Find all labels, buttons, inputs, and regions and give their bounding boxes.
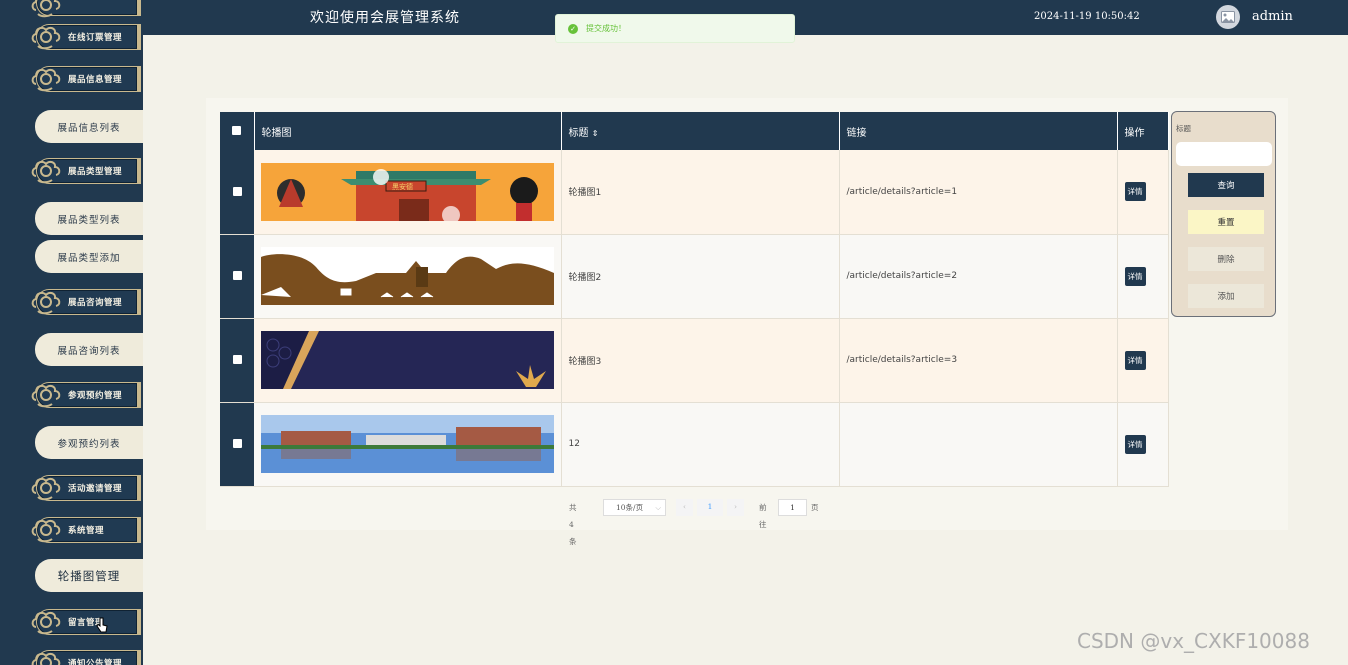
banner-image-desert — [261, 247, 554, 305]
row-checkbox[interactable] — [220, 150, 254, 235]
page-size-value: 10条/页 — [616, 503, 644, 512]
action-cell: 详情 — [1117, 150, 1169, 235]
banner-image-navy — [261, 331, 554, 389]
table-row: 轮播图2 /article/details?article=2 详情 — [220, 234, 1169, 319]
column-header-action: 操作 — [1117, 112, 1169, 150]
image-placeholder-icon — [1221, 11, 1235, 23]
sidebar-group-label: 展品类型管理 — [68, 167, 123, 177]
sidebar-group-label: 在线订票管理 — [68, 33, 123, 43]
cloud-ornament-icon — [31, 160, 61, 184]
sidebar-group-label: 展品信息管理 — [68, 75, 123, 85]
detail-button[interactable]: 详情 — [1124, 434, 1146, 454]
table-row: 12 详情 — [220, 402, 1169, 487]
banner-image-cell: 黑安德 — [254, 150, 562, 235]
banner-sign-text: 黑安德 — [392, 182, 413, 191]
chevron-down-icon: ⌵ — [655, 503, 661, 512]
sidebar-item-exhibit-type-add[interactable]: 展品类型添加 — [35, 240, 143, 273]
action-cell: 详情 — [1117, 402, 1169, 487]
banner-image-opera: 黑安德 — [261, 162, 554, 221]
select-all-checkbox[interactable] — [220, 112, 255, 150]
goto-prefix: 前往 — [759, 503, 767, 529]
row-checkbox[interactable] — [220, 402, 254, 487]
cloud-ornament-icon — [31, 519, 61, 543]
column-header-title[interactable]: 标题 ⇕ — [561, 112, 840, 150]
query-button[interactable]: 查询 — [1188, 173, 1264, 197]
detail-button[interactable]: 详情 — [1124, 182, 1146, 202]
column-header-title-label: 标题 — [568, 127, 589, 139]
action-cell: 详情 — [1117, 234, 1169, 319]
app-title: 欢迎使用会展管理系统 — [310, 10, 460, 26]
cloud-ornament-icon — [31, 26, 61, 50]
table-row: 黑安德 轮播图1 /article/details?article=1 详情 — [220, 150, 1169, 235]
search-title-label: 标题 — [1176, 124, 1191, 133]
watermark: CSDN @vx_CXKF10088 — [1077, 629, 1310, 653]
column-header-image: 轮播图 — [254, 112, 562, 150]
action-cell: 详情 — [1117, 318, 1169, 403]
sidebar-item-exhibit-consult-list[interactable]: 展品咨询列表 — [35, 333, 143, 366]
sidebar-item-exhibit-type-list[interactable]: 展品类型列表 — [35, 202, 143, 235]
check-circle-icon: ✓ — [568, 23, 578, 34]
search-title-input[interactable] — [1176, 142, 1272, 166]
row-checkbox[interactable] — [220, 318, 254, 403]
row-checkbox[interactable] — [220, 234, 254, 319]
cloud-ornament-icon — [31, 0, 61, 18]
sidebar-group-label: 活动邀请管理 — [68, 484, 123, 494]
row-title: 轮播图3 — [561, 318, 840, 403]
sidebar-group-label: 参观预约管理 — [68, 391, 123, 401]
cloud-ornament-icon — [31, 291, 61, 315]
row-title: 轮播图2 — [561, 234, 840, 319]
row-link — [839, 402, 1118, 487]
banner-image-cell — [254, 318, 562, 403]
banner-table: 轮播图 标题 ⇕ 链接 操作 黑安德 轮播图1 /article/details… — [220, 112, 1169, 487]
detail-button[interactable]: 详情 — [1124, 266, 1146, 286]
row-link: /article/details?article=2 — [839, 234, 1118, 319]
table-header-row: 轮播图 标题 ⇕ 链接 操作 — [220, 112, 1169, 150]
sidebar-group-label: 系统管理 — [68, 526, 105, 536]
column-header-link: 链接 — [839, 112, 1118, 150]
current-datetime: 2024-11-19 10:50:42 — [1034, 11, 1140, 22]
success-toast: ✓ 提交成功！ — [555, 14, 795, 43]
cloud-ornament-icon — [31, 611, 61, 635]
sort-icon[interactable]: ⇕ — [592, 129, 599, 138]
avatar[interactable] — [1216, 5, 1240, 29]
hand-cursor-icon — [96, 617, 108, 633]
page-size-select[interactable]: 10条/页 ⌵ — [603, 499, 666, 516]
prev-page-button[interactable]: ‹ — [676, 499, 693, 516]
search-panel: 标题 查询 重置 删除 添加 — [1171, 111, 1276, 317]
banner-image-campus — [261, 415, 554, 473]
delete-button[interactable]: 删除 — [1188, 247, 1264, 271]
cloud-ornament-icon — [31, 652, 61, 665]
pagination-total: 共 4 条 — [569, 503, 577, 546]
detail-button[interactable]: 详情 — [1124, 350, 1146, 370]
sidebar-item-exhibit-info-list[interactable]: 展品信息列表 — [35, 110, 143, 143]
cloud-ornament-icon — [31, 384, 61, 408]
row-link: /article/details?article=3 — [839, 318, 1118, 403]
row-link: /article/details?article=1 — [839, 150, 1118, 235]
row-title: 轮播图1 — [561, 150, 840, 235]
sidebar-group-label: 通知公告管理 — [68, 659, 123, 665]
goto-suffix: 页 — [811, 503, 819, 512]
next-page-button[interactable]: › — [727, 499, 744, 516]
add-button[interactable]: 添加 — [1188, 284, 1264, 308]
sidebar-group-label: 展品咨询管理 — [68, 298, 123, 308]
cloud-ornament-icon — [31, 477, 61, 501]
cloud-ornament-icon — [31, 68, 61, 92]
sidebar: 在线订票管理 展品信息管理 展品信息列表 展品类型管理 展品类型列表 展品类型添… — [0, 0, 143, 665]
goto-page-input[interactable]: 1 — [778, 499, 807, 516]
sidebar-item-banner-manage[interactable]: 轮播图管理 — [35, 559, 143, 592]
reset-button[interactable]: 重置 — [1188, 210, 1264, 234]
page-number-current[interactable]: 1 — [697, 499, 723, 516]
banner-image-cell — [254, 234, 562, 319]
banner-image-cell — [254, 402, 562, 487]
toast-message: 提交成功！ — [586, 24, 626, 33]
username[interactable]: admin — [1252, 9, 1293, 24]
sidebar-item-visit-booking-list[interactable]: 参观预约列表 — [35, 426, 143, 459]
table-row: 轮播图3 /article/details?article=3 详情 — [220, 318, 1169, 403]
row-title: 12 — [561, 402, 840, 487]
